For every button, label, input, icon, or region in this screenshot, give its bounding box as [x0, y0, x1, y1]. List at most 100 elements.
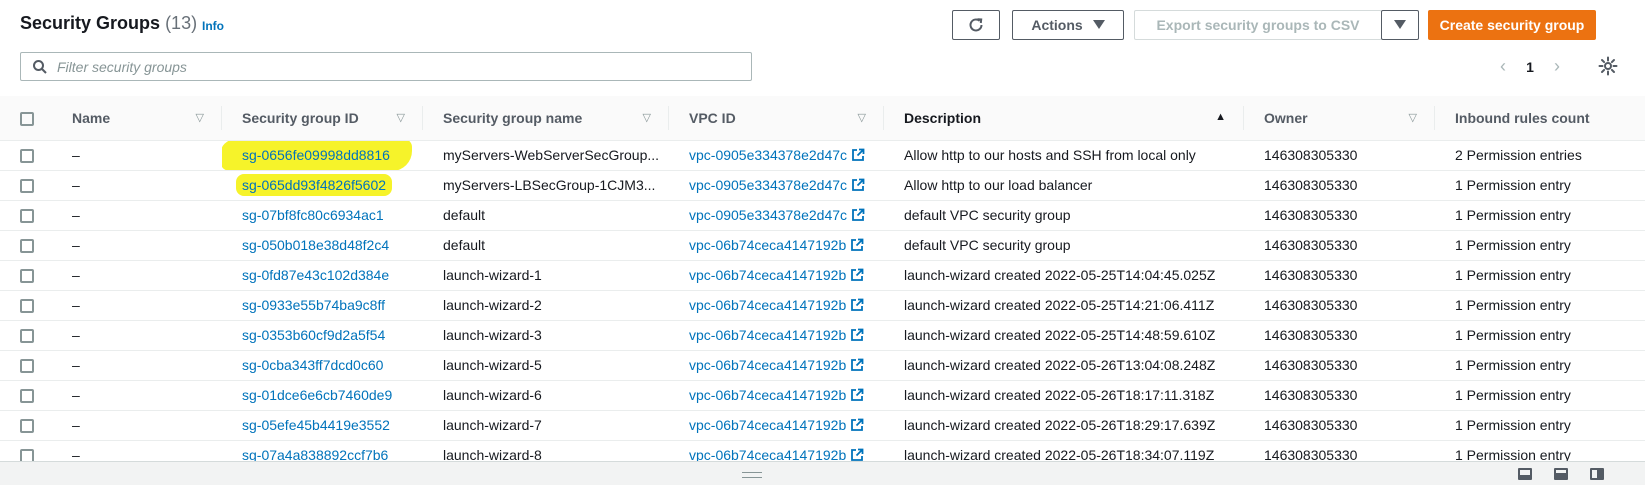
vpc-id-link[interactable]: vpc-06b74ceca4147192b [689, 417, 846, 433]
vpc-id-link[interactable]: vpc-06b74ceca4147192b [689, 387, 846, 403]
table-row[interactable]: – sg-0fd87e43c102d384e launch-wizard-1 v… [0, 260, 1645, 290]
column-header-sg-id[interactable]: Security group ID ▽ [222, 96, 423, 141]
cell-name: – [72, 387, 80, 403]
cell-inbound-rules: 1 Permission entry [1455, 297, 1571, 313]
table-row[interactable]: – sg-07bf8fc80c6934ac1 default vpc-0905e… [0, 200, 1645, 230]
column-label: Security group ID [242, 110, 359, 127]
cell-inbound-rules: 1 Permission entry [1455, 447, 1571, 461]
row-checkbox[interactable] [20, 149, 34, 164]
cell-owner: 146308305330 [1264, 207, 1358, 223]
sort-icon: ▽ [1408, 112, 1417, 124]
column-label: Security group name [443, 110, 583, 127]
vpc-id-link[interactable]: vpc-06b74ceca4147192b [689, 327, 846, 343]
cell-sg-id: sg-0cba343ff7dcd0c60 [222, 350, 423, 380]
sort-icon: ▽ [857, 112, 866, 124]
highlighted-sg-id[interactable]: sg-0656fe09998dd8816 [222, 140, 412, 170]
vpc-id-link[interactable]: vpc-0905e334378e2d47c [689, 177, 847, 193]
cell-owner: 146308305330 [1264, 267, 1358, 283]
row-checkbox[interactable] [20, 449, 34, 461]
page-title-text: Security Groups [20, 13, 161, 33]
row-select-cell [0, 380, 52, 410]
export-dropdown-button[interactable] [1381, 10, 1419, 40]
column-header-vpc-id[interactable]: VPC ID ▽ [669, 96, 884, 141]
table-row[interactable]: – sg-01dce6e6cb7460de9 launch-wizard-6 v… [0, 380, 1645, 410]
panel-split-icon[interactable] [1554, 468, 1568, 480]
cell-name: – [72, 147, 80, 163]
row-checkbox[interactable] [20, 299, 34, 314]
sg-id-link[interactable]: sg-01dce6e6cb7460de9 [242, 387, 392, 403]
row-checkbox[interactable] [20, 209, 34, 224]
vpc-id-link[interactable]: vpc-06b74ceca4147192b [689, 357, 846, 373]
column-header-inbound-rules[interactable]: Inbound rules count [1435, 96, 1645, 141]
row-select-cell [0, 320, 52, 350]
search-input[interactable] [57, 58, 717, 75]
cell-vpc-id: vpc-0905e334378e2d47c [669, 170, 884, 200]
next-page-icon[interactable]: › [1544, 56, 1570, 77]
cell-name: – [72, 177, 80, 193]
cell-sg-id: sg-050b018e38d48f2c4 [222, 230, 423, 260]
resize-handle-icon[interactable] [742, 472, 762, 478]
sg-id-link[interactable]: sg-0fd87e43c102d384e [242, 267, 389, 283]
prev-page-icon[interactable]: ‹ [1490, 56, 1516, 77]
row-checkbox[interactable] [20, 359, 34, 374]
column-header-sg-name[interactable]: Security group name ▽ [423, 96, 669, 141]
sg-id-link[interactable]: sg-07bf8fc80c6934ac1 [242, 207, 384, 223]
vpc-id-link[interactable]: vpc-0905e334378e2d47c [689, 147, 847, 163]
table-row[interactable]: – sg-0cba343ff7dcd0c60 launch-wizard-5 v… [0, 350, 1645, 380]
gear-icon[interactable] [1598, 56, 1618, 76]
vpc-id-link[interactable]: vpc-06b74ceca4147192b [689, 237, 846, 253]
sg-id-link[interactable]: sg-0353b60cf9d2a5f54 [242, 327, 385, 343]
vpc-id-link[interactable]: vpc-06b74ceca4147192b [689, 297, 846, 313]
select-all-checkbox[interactable] [20, 111, 34, 126]
external-link-icon [851, 418, 864, 431]
table-row[interactable]: – sg-0353b60cf9d2a5f54 launch-wizard-3 v… [0, 320, 1645, 350]
info-link[interactable]: Info [202, 19, 224, 33]
column-header-owner[interactable]: Owner ▽ [1244, 96, 1435, 141]
cell-sg-name: launch-wizard-1 [443, 267, 542, 283]
cell-inbound-rules: 2 Permission entries [1455, 147, 1582, 163]
search-icon [33, 59, 47, 74]
actions-button[interactable]: Actions [1012, 10, 1124, 40]
row-select-cell [0, 440, 52, 461]
sg-id-link[interactable]: sg-05efe45b4419e3552 [242, 417, 390, 433]
row-select-cell [0, 230, 52, 260]
cell-vpc-id: vpc-06b74ceca4147192b [669, 440, 884, 461]
highlighted-sg-id[interactable]: sg-065dd93f4826f5602 [236, 174, 393, 196]
row-checkbox[interactable] [20, 239, 34, 254]
sg-id-link[interactable]: sg-0cba343ff7dcd0c60 [242, 357, 383, 373]
cell-inbound-rules: 1 Permission entry [1455, 357, 1571, 373]
export-csv-button[interactable]: Export security groups to CSV [1134, 10, 1382, 40]
vpc-id-link[interactable]: vpc-06b74ceca4147192b [689, 447, 846, 461]
vpc-id-link[interactable]: vpc-0905e334378e2d47c [689, 207, 847, 223]
row-checkbox[interactable] [20, 179, 34, 194]
current-page[interactable]: 1 [1516, 59, 1544, 75]
table-row[interactable]: – sg-0933e55b74ba9c8ff launch-wizard-2 v… [0, 290, 1645, 320]
create-security-group-button[interactable]: Create security group [1428, 10, 1596, 40]
external-link-icon [851, 388, 864, 401]
cell-description: Allow http to our hosts and SSH from loc… [904, 147, 1196, 163]
table-row[interactable]: – sg-0656fe09998dd8816 myServers-WebServ… [0, 140, 1645, 170]
sort-icon: ▽ [642, 112, 651, 124]
sg-id-link[interactable]: sg-07a4a838892ccf7b6 [242, 447, 388, 461]
sg-id-link[interactable]: sg-050b018e38d48f2c4 [242, 237, 389, 253]
sg-id-link[interactable]: sg-0933e55b74ba9c8ff [242, 297, 385, 313]
vpc-id-link[interactable]: vpc-06b74ceca4147192b [689, 267, 846, 283]
table-row[interactable]: – sg-05efe45b4419e3552 launch-wizard-7 v… [0, 410, 1645, 440]
cell-vpc-id: vpc-06b74ceca4147192b [669, 260, 884, 290]
table-row[interactable]: – sg-065dd93f4826f5602 myServers-LBSecGr… [0, 170, 1645, 200]
row-checkbox[interactable] [20, 419, 34, 434]
panel-side-icon[interactable] [1590, 468, 1604, 480]
refresh-button[interactable] [952, 10, 1000, 40]
filter-search-box[interactable] [20, 52, 752, 81]
panel-bottom-icon[interactable] [1518, 468, 1532, 480]
external-link-icon [852, 208, 865, 221]
table-row[interactable]: – sg-07a4a838892ccf7b6 launch-wizard-8 v… [0, 440, 1645, 461]
row-checkbox[interactable] [20, 329, 34, 344]
row-checkbox[interactable] [20, 269, 34, 284]
table-row[interactable]: – sg-050b018e38d48f2c4 default vpc-06b74… [0, 230, 1645, 260]
column-header-description[interactable]: Description ▲ [884, 96, 1244, 141]
table-header-row: Name ▽ Security group ID ▽ Security group … [0, 96, 1645, 141]
column-header-name[interactable]: Name ▽ [52, 96, 222, 141]
cell-sg-id: sg-0933e55b74ba9c8ff [222, 290, 423, 320]
row-checkbox[interactable] [20, 389, 34, 404]
